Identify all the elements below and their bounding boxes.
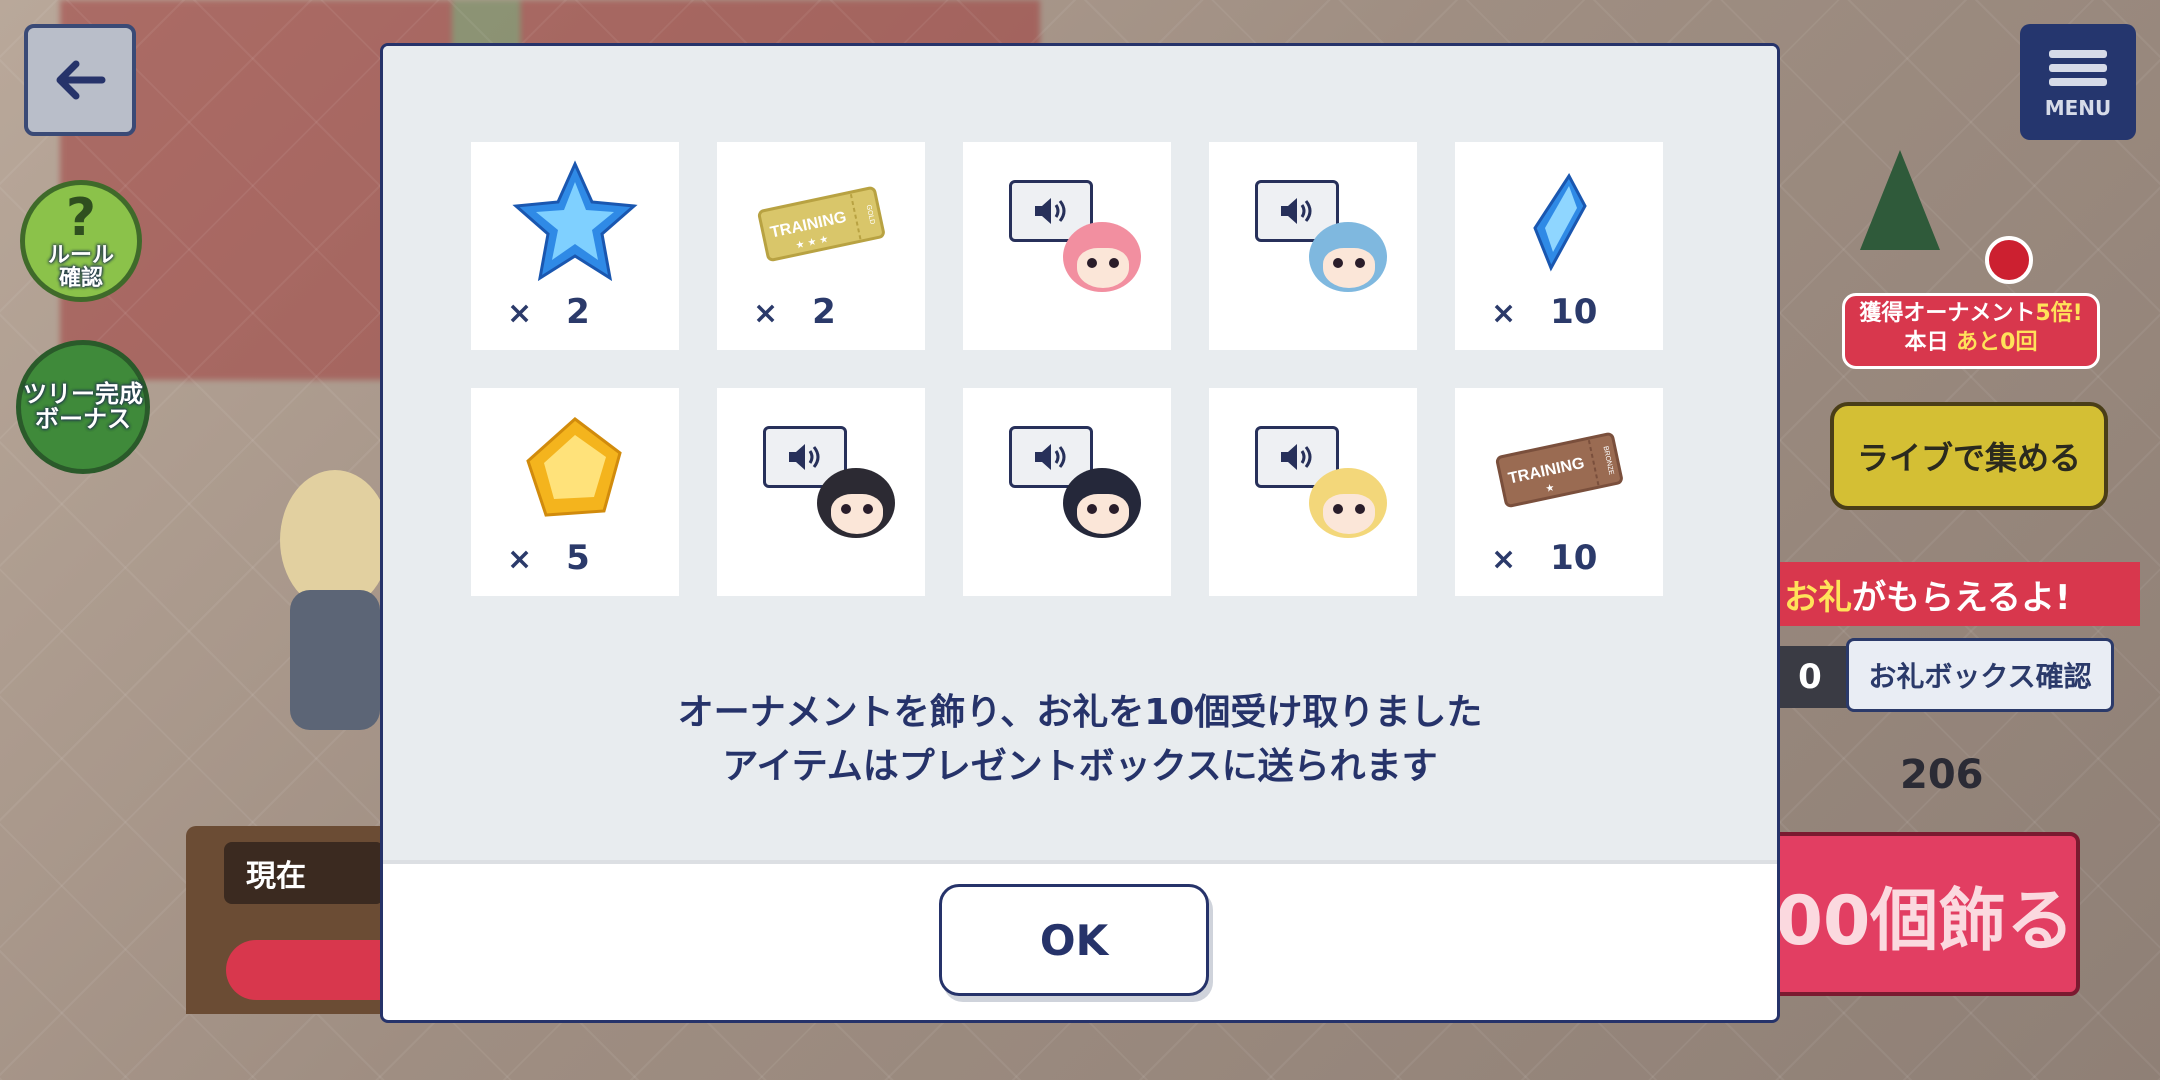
message-line-2: アイテムはプレゼントボックスに送られます bbox=[722, 746, 1438, 787]
collect-in-live-button[interactable]: ライブで集める bbox=[1830, 402, 2108, 510]
menu-button[interactable]: MENU bbox=[2020, 24, 2136, 140]
quantity-value: 2 bbox=[812, 292, 836, 332]
question-icon: ? bbox=[65, 187, 97, 248]
current-label: 現在 bbox=[224, 842, 384, 904]
hamburger-icon bbox=[2049, 44, 2107, 92]
christmas-tree-icon bbox=[1860, 150, 1940, 250]
decorate-button[interactable]: 00個飾る bbox=[1770, 832, 2080, 996]
back-button[interactable] bbox=[24, 24, 136, 136]
blue-crystal-icon bbox=[1533, 173, 1587, 272]
reward-item-cell bbox=[1209, 388, 1417, 596]
yellow-gem-icon bbox=[526, 417, 622, 517]
multiply-sign: × bbox=[1491, 542, 1517, 577]
multiply-sign: × bbox=[753, 296, 779, 331]
blue-star-icon bbox=[512, 160, 638, 282]
reward-quantity: × 10 bbox=[1491, 538, 1597, 578]
bonus-tag-remaining: あと0回 bbox=[1956, 329, 2038, 355]
reward-item-cell: TRAINING ★ ★ ★ GOLD × 2 bbox=[717, 142, 925, 350]
reward-box-check-button[interactable]: お礼ボックス確認 bbox=[1846, 638, 2114, 712]
ok-button[interactable]: OK bbox=[939, 884, 1209, 996]
multiply-sign: × bbox=[507, 542, 533, 577]
reward-grid: × 2 TRAINING ★ ★ ★ GOLD × 2 × 10 × 5 TRAINING ★ BRONZ… bbox=[471, 142, 1663, 596]
reward-quantity: × 5 bbox=[507, 538, 590, 578]
reward-item-cell: TRAINING ★ BRONZE × 10 bbox=[1455, 388, 1663, 596]
arrow-left-icon bbox=[56, 60, 106, 100]
quantity-value: 10 bbox=[1550, 292, 1598, 332]
bonus-tag-today: 本日 bbox=[1904, 329, 1957, 355]
multiply-sign: × bbox=[507, 296, 533, 331]
message-line-1: オーナメントを飾り、お礼を10個受け取りました bbox=[677, 692, 1483, 733]
character-chibi bbox=[280, 470, 390, 750]
tree-bonus-label: ツリー完成 ボーナス bbox=[23, 379, 143, 433]
reward-item-cell bbox=[1209, 142, 1417, 350]
voice-blue-hair-icon bbox=[1309, 222, 1387, 292]
voice-black-hair-icon bbox=[817, 468, 895, 538]
quantity-value: 10 bbox=[1550, 538, 1598, 578]
reward-count: 0 bbox=[1770, 646, 1850, 708]
tree-bonus-button[interactable]: ツリー完成 ボーナス bbox=[16, 340, 150, 474]
reward-item-cell bbox=[963, 142, 1171, 350]
multiply-sign: × bbox=[1491, 296, 1517, 331]
modal-content-area: × 2 TRAINING ★ ★ ★ GOLD × 2 × 10 × 5 TRAINING ★ BRONZ… bbox=[383, 46, 1777, 864]
menu-label: MENU bbox=[2044, 96, 2112, 120]
ornament-score: 206 bbox=[1900, 752, 1984, 798]
rule-check-button[interactable]: ? ルール 確認 bbox=[20, 180, 142, 302]
bronze-training-ticket-icon: TRAINING★BRONZE bbox=[1495, 432, 1623, 508]
gold-training-ticket-icon: TRAINING★ ★ ★GOLD bbox=[757, 186, 885, 262]
reward-quantity: × 2 bbox=[507, 292, 590, 332]
voice-blonde-hair-icon bbox=[1309, 468, 1387, 538]
reward-item-cell: × 5 bbox=[471, 388, 679, 596]
banner-text: がもらえるよ! bbox=[1852, 577, 2071, 618]
voice-pink-hair-icon bbox=[1063, 222, 1141, 292]
voice-dark-hair-icon bbox=[1063, 468, 1141, 538]
reward-quantity: × 2 bbox=[753, 292, 836, 332]
reward-banner: お礼 がもらえるよ! bbox=[1770, 562, 2140, 626]
bonus-tag: 獲得オーナメント5倍! 本日 あと0回 bbox=[1842, 293, 2100, 369]
quantity-value: 2 bbox=[566, 292, 590, 332]
reward-message: オーナメントを飾り、お礼を10個受け取りました アイテムはプレゼントボックスに送… bbox=[383, 686, 1777, 794]
bonus-tag-multiplier: 5倍! bbox=[2035, 301, 2083, 326]
reward-item-cell bbox=[717, 388, 925, 596]
ornament-icon bbox=[1985, 236, 2033, 284]
quantity-value: 5 bbox=[566, 538, 590, 578]
banner-highlight: お礼 bbox=[1784, 577, 1852, 618]
reward-item-cell: × 10 bbox=[1455, 142, 1663, 350]
rule-check-label: ルール 確認 bbox=[47, 242, 114, 291]
reward-item-cell bbox=[963, 388, 1171, 596]
progress-bar bbox=[186, 930, 426, 1014]
reward-quantity: × 10 bbox=[1491, 292, 1597, 332]
reward-item-cell: × 2 bbox=[471, 142, 679, 350]
bonus-tag-text: 獲得オーナメント bbox=[1859, 301, 2036, 326]
reward-modal: × 2 TRAINING ★ ★ ★ GOLD × 2 × 10 × 5 TRAINING ★ BRONZ… bbox=[380, 43, 1780, 1023]
